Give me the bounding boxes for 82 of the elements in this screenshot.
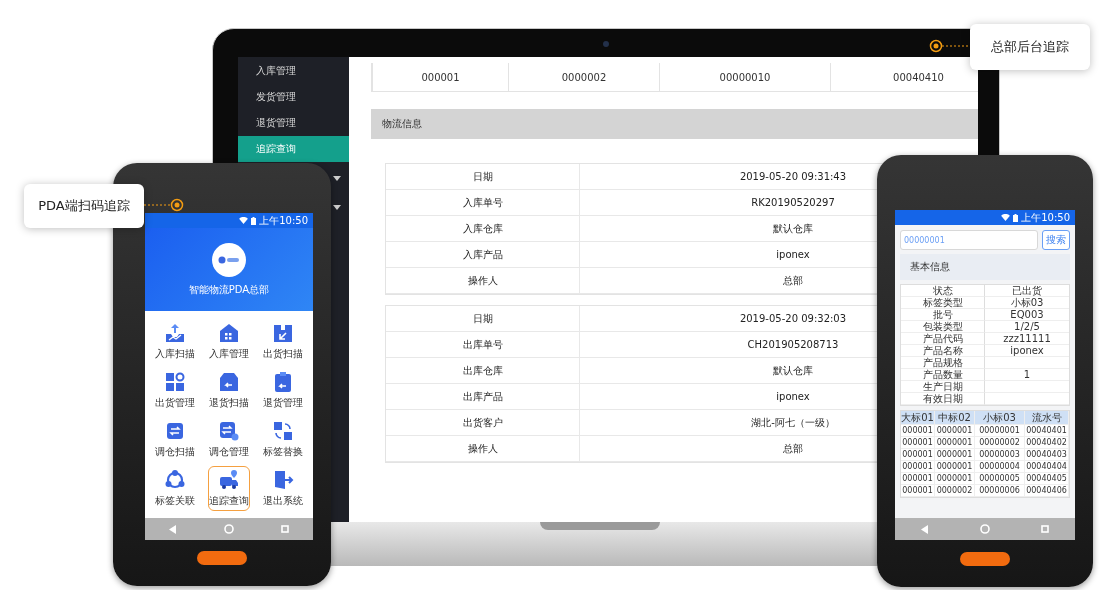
table-cell: 已出货 (985, 285, 1069, 297)
table-cell: 000001 (372, 63, 508, 91)
table-cell: zzz11111 (985, 333, 1069, 345)
table-cell: 00000003 (975, 449, 1025, 461)
table-cell: 出库单号 (386, 332, 580, 358)
status-time: 上午10:50 (259, 213, 308, 228)
table-cell: 产品规格 (901, 357, 985, 369)
menu-tile[interactable]: 标签关联 (154, 466, 196, 511)
table-cell: 入库仓库 (386, 216, 580, 242)
menu-tile[interactable]: 调仓扫描 (154, 417, 196, 462)
table-cell: 小标03 (985, 297, 1069, 309)
sidebar-item[interactable]: 入库管理 (238, 58, 349, 84)
table-cell: 有效日期 (901, 393, 985, 405)
table-cell: 1/2/5 (985, 321, 1069, 333)
app-title: 智能物流PDA总部 (188, 282, 270, 297)
table-cell: 出库产品 (386, 384, 580, 410)
table-cell: 0000002 (508, 63, 659, 91)
table-cell: EQ003 (985, 309, 1069, 321)
table-cell: 操作人 (386, 436, 580, 462)
table-cell: 00000005 (975, 473, 1025, 485)
table-cell: 入库单号 (386, 190, 580, 216)
table-cell: 状态 (901, 285, 985, 297)
table-cell: 出库仓库 (386, 358, 580, 384)
search-button[interactable]: 搜索 (1042, 230, 1070, 250)
menu-tile[interactable]: 调仓管理 (208, 417, 250, 462)
table-cell: 00040401 (1025, 425, 1069, 437)
section-header: 基本信息 (900, 254, 1070, 280)
table-cell: 000001 (901, 485, 935, 497)
table-cell: 00040405 (1025, 473, 1069, 485)
table-cell: 000001 (901, 461, 935, 473)
table-cell: 日期 (386, 164, 580, 190)
table-cell: 日期 (386, 306, 580, 332)
column-header: 中标02 (935, 411, 975, 425)
menu-tile[interactable]: 退货扫描 (208, 368, 250, 413)
menu-tile[interactable]: 出货管理 (154, 368, 196, 413)
callout-label: 总部后台追踪 (970, 24, 1090, 70)
table-cell: 00000006 (975, 485, 1025, 497)
table-cell: 000001 (901, 437, 935, 449)
status-time: 上午10:50 (1021, 210, 1070, 225)
table-cell: 0000001 (935, 461, 975, 473)
table-cell: 00040404 (1025, 461, 1069, 473)
table-cell: 00000010 (659, 63, 830, 91)
menu-tile[interactable]: 标签替换 (262, 417, 304, 462)
table-cell: 00000002 (975, 437, 1025, 449)
table-cell: 0000002 (935, 485, 975, 497)
table-cell: 出货客户 (386, 410, 580, 436)
table-cell: 0000001 (935, 473, 975, 485)
table-cell: 00000001 (975, 425, 1025, 437)
section-header: 物流信息 (371, 109, 978, 139)
table-cell: 00000004 (975, 461, 1025, 473)
column-header: 流水号 (1025, 411, 1069, 425)
menu-tile[interactable]: 退货管理 (262, 368, 304, 413)
callout-label: PDA端扫码追踪 (24, 184, 144, 228)
menu-tile[interactable]: 入库管理 (208, 319, 250, 364)
table-cell: iponex (985, 345, 1069, 357)
table-cell: 入库产品 (386, 242, 580, 268)
column-header: 大标01 (901, 411, 935, 425)
sidebar-item[interactable]: 退货管理 (238, 110, 349, 136)
menu-tile[interactable]: 出货扫描 (262, 319, 304, 364)
table-cell: 0000001 (935, 449, 975, 461)
table-cell: 产品名称 (901, 345, 985, 357)
column-header: 小标03 (975, 411, 1025, 425)
table-cell: 00040402 (1025, 437, 1069, 449)
table-cell: 包装类型 (901, 321, 985, 333)
table-cell: 产品代码 (901, 333, 985, 345)
table-cell: 0000001 (935, 437, 975, 449)
table-cell: 000001 (901, 473, 935, 485)
table-cell: 批号 (901, 309, 985, 321)
table-cell: 000001 (901, 425, 935, 437)
table-cell: 00040406 (1025, 485, 1069, 497)
sidebar-item[interactable]: 发货管理 (238, 84, 349, 110)
menu-tile[interactable]: 退出系统 (262, 466, 304, 511)
table-cell: 标签类型 (901, 297, 985, 309)
table-cell: 00040403 (1025, 449, 1069, 461)
menu-tile[interactable]: 追踪查询 (208, 466, 250, 511)
table-cell: 0000001 (935, 425, 975, 437)
table-cell: 产品数量 (901, 369, 985, 381)
table-cell: 1 (985, 369, 1069, 381)
table-cell: 000001 (901, 449, 935, 461)
table-cell: 生产日期 (901, 381, 985, 393)
table-cell: 操作人 (386, 268, 580, 294)
menu-tile[interactable]: 入库扫描 (154, 319, 196, 364)
